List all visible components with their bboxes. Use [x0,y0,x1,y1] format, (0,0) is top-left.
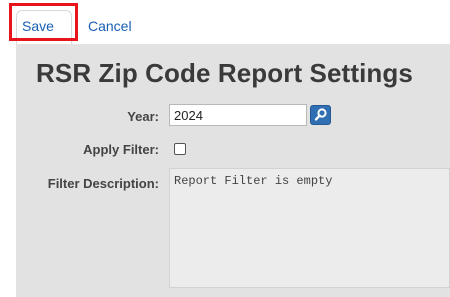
save-button[interactable]: Save [22,17,54,35]
report-settings-page: Save Cancel RSR Zip Code Report Settings… [0,0,450,297]
filter-description-field[interactable]: Report Filter is empty [169,168,450,288]
apply-filter-checkbox[interactable] [174,143,186,155]
cancel-button[interactable]: Cancel [88,17,132,35]
year-lookup-button[interactable] [310,105,331,125]
year-input[interactable] [169,104,307,126]
toolbar: Save Cancel [0,0,450,44]
apply-filter-label: Apply Filter: [83,142,159,157]
year-label: Year: [127,109,159,124]
filter-description-label: Filter Description: [47,176,159,191]
search-icon [314,108,327,121]
page-title: RSR Zip Code Report Settings [36,58,413,88]
